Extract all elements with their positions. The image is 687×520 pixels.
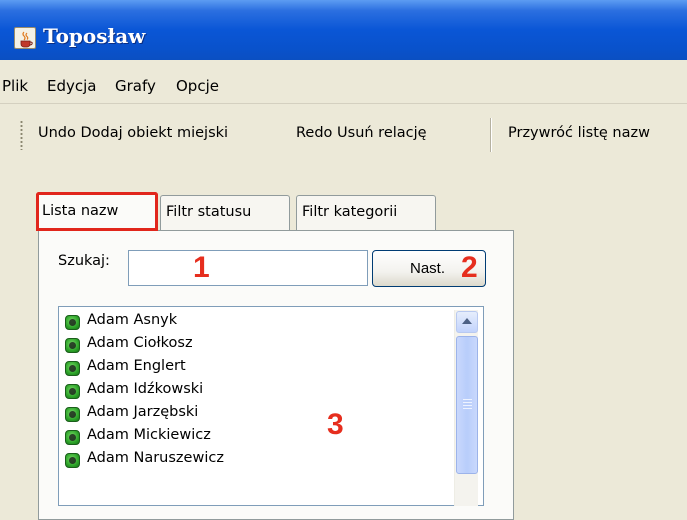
java-cup-icon[interactable] xyxy=(14,27,36,49)
menu-opcje[interactable]: Opcje xyxy=(176,77,219,95)
annotation-2: 2 xyxy=(461,251,478,284)
toolbar-separator xyxy=(490,118,492,152)
toolbar-grip[interactable] xyxy=(20,120,23,150)
tab-label: Filtr statusu xyxy=(166,204,252,220)
list-scrollbar[interactable] xyxy=(454,310,478,506)
menu-bar xyxy=(0,60,687,100)
status-bullet-icon xyxy=(65,384,80,399)
annotation-1: 1 xyxy=(193,251,210,284)
menu-edycja[interactable]: Edycja xyxy=(47,77,96,95)
search-input[interactable] xyxy=(128,250,368,286)
tab-label: Lista nazw xyxy=(42,203,119,219)
tab-lista-nazw[interactable]: Lista nazw xyxy=(36,192,158,231)
next-button-label: Nast. xyxy=(410,260,446,277)
list-item-label: Adam Jarzębski xyxy=(87,404,199,420)
tab-label: Filtr kategorii xyxy=(302,204,398,220)
undo-button[interactable]: Undo Dodaj obiekt miejski xyxy=(38,125,228,141)
scroll-thumb[interactable] xyxy=(456,336,478,474)
list-item-label: Adam Idźkowski xyxy=(87,381,204,397)
menu-plik[interactable]: Plik xyxy=(2,77,28,95)
status-bullet-icon xyxy=(65,361,80,376)
status-bullet-icon xyxy=(65,315,80,330)
window-title: Toposław xyxy=(43,24,146,48)
status-bullet-icon xyxy=(65,338,80,353)
status-bullet-icon xyxy=(65,430,80,445)
menu-divider xyxy=(0,103,687,104)
list-item-label: Adam Mickiewicz xyxy=(87,427,211,443)
list-item-label: Adam Englert xyxy=(87,358,186,374)
names-list[interactable]: Adam Asnyk Adam Ciołkosz Adam Englert Ad… xyxy=(58,306,484,506)
tab-filtr-kategorii[interactable]: Filtr kategorii xyxy=(296,195,436,230)
scroll-up-arrow-icon[interactable] xyxy=(456,311,478,333)
list-item-label: Adam Ciołkosz xyxy=(87,335,193,351)
search-label: Szukaj: xyxy=(58,253,110,269)
status-bullet-icon xyxy=(65,453,80,468)
restore-names-button[interactable]: Przywróć listę nazw xyxy=(508,125,650,141)
title-bar[interactable]: Toposław xyxy=(0,0,687,60)
thumb-grip-icon xyxy=(463,399,472,409)
annotation-3: 3 xyxy=(327,408,344,441)
list-item-label: Adam Naruszewicz xyxy=(87,450,224,466)
status-bullet-icon xyxy=(65,407,80,422)
tab-filtr-statusu[interactable]: Filtr statusu xyxy=(160,195,290,230)
list-item-label: Adam Asnyk xyxy=(87,312,178,328)
menu-grafy[interactable]: Grafy xyxy=(115,77,156,95)
redo-button[interactable]: Redo Usuń relację xyxy=(296,125,427,141)
